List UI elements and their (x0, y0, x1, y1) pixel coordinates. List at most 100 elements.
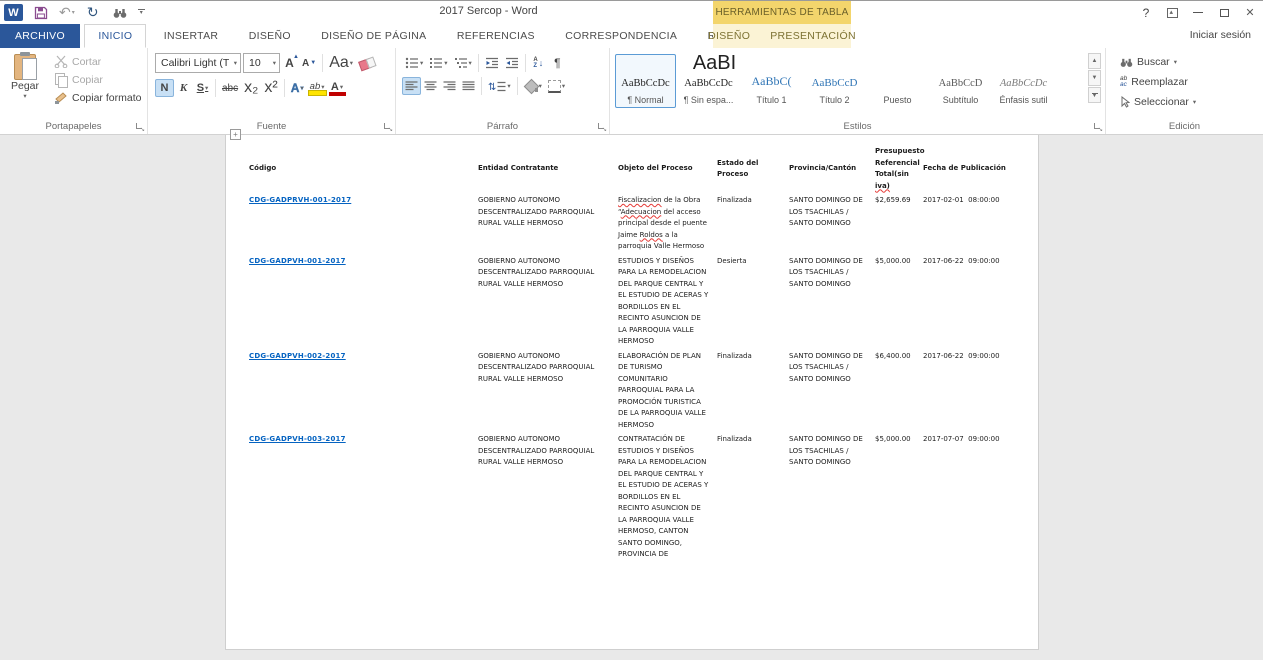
table-move-handle-icon[interactable] (230, 129, 241, 140)
style-sample: AaBbCcD (812, 77, 858, 89)
borders-button[interactable] (545, 77, 568, 95)
tab-insertar[interactable]: INSERTAR (151, 24, 232, 48)
styles-scroll-up-icon[interactable]: ▲ (1088, 53, 1101, 69)
bold-glyph: N (161, 82, 169, 94)
tab-tabla-presentacion[interactable]: PRESENTACIÓN (762, 24, 864, 48)
dialog-launcher-estilos-icon[interactable] (1093, 122, 1102, 131)
tab-diseno-de-pagina[interactable]: DISEÑO DE PÁGINA (308, 24, 439, 48)
bullets-button[interactable] (402, 54, 426, 72)
undo-button[interactable] (59, 4, 75, 22)
codigo-link[interactable]: CDG-GADPVH-001-2017 (249, 257, 346, 265)
multilevel-list-icon (454, 57, 468, 69)
ribbon-display-options-icon[interactable] (1159, 2, 1185, 23)
bullets-icon (405, 57, 419, 69)
dialog-launcher-parrafo-icon[interactable] (597, 122, 606, 131)
grow-font-button[interactable]: A▲ (280, 54, 299, 72)
group-fuente: Calibri Light (T 10 A▲ A▼ Aa N K S abc (148, 48, 396, 134)
find-quick-button[interactable] (111, 4, 129, 22)
cell-objeto: ESTUDIOS Y DISEÑOS PARA LA REMODELACION … (618, 256, 717, 351)
codigo-link[interactable]: CDG-GADPVH-002-2017 (249, 352, 346, 360)
text-highlight-button[interactable]: ab (307, 79, 328, 97)
style-puesto[interactable]: AaBI Puesto (867, 54, 928, 108)
increase-indent-button[interactable] (502, 54, 522, 72)
dialog-launcher-fuente-icon[interactable] (383, 122, 392, 131)
paste-button[interactable]: Pegar (6, 52, 44, 106)
multilevel-list-button[interactable] (451, 54, 475, 72)
change-case-button[interactable]: Aa (326, 54, 356, 72)
format-painter-button[interactable]: Copiar formato (50, 89, 145, 106)
help-icon[interactable] (1133, 2, 1159, 23)
replace-button[interactable]: abac Reemplazar (1120, 72, 1263, 92)
group-edicion: Buscar abac Reemplazar Seleccionar Edici… (1106, 48, 1263, 134)
cell-estado: Finalizada (717, 351, 789, 435)
cell-estado: Finalizada (717, 195, 789, 256)
codigo-link[interactable]: CDG-GADPVH-003-2017 (249, 435, 346, 443)
window-controls (1133, 1, 1263, 24)
style-titulo-1[interactable]: AaBbC( Título 1 (741, 54, 802, 108)
tab-referencias[interactable]: REFERENCIAS (444, 24, 548, 48)
align-left-button[interactable] (402, 77, 421, 95)
copy-button[interactable]: Copiar (50, 71, 145, 88)
close-icon[interactable] (1237, 2, 1263, 23)
align-center-button[interactable] (421, 77, 440, 95)
style-enfasis-sutil[interactable]: AaBbCcDc Énfasis sutil (993, 54, 1054, 108)
find-button[interactable]: Buscar (1120, 52, 1263, 72)
align-right-button[interactable] (440, 77, 459, 95)
text-effects-button[interactable]: A (288, 79, 307, 97)
subscript-button[interactable]: x₂ (241, 79, 261, 97)
minimize-icon[interactable] (1185, 2, 1211, 23)
text-effects-glyph: A (291, 81, 300, 95)
restore-icon[interactable] (1211, 2, 1237, 23)
select-button[interactable]: Seleccionar (1120, 92, 1263, 112)
codigo-link[interactable]: CDG-GADPRVH-001-2017 (249, 196, 351, 204)
word-window: 2017 Sercop - Word HERRAMIENTAS DE TABLA… (0, 0, 1263, 660)
strikethrough-button[interactable]: abc (219, 79, 241, 97)
tab-archivo[interactable]: ARCHIVO (0, 24, 80, 48)
font-size-value: 10 (249, 57, 261, 69)
save-icon[interactable] (32, 4, 50, 22)
justify-button[interactable] (459, 77, 478, 95)
shading-button[interactable] (521, 77, 545, 95)
group-parrafo: AZ↓ ¶ Párrafo (396, 48, 610, 134)
header-fecha: Fecha de Publicación (923, 163, 1033, 175)
shrink-font-button[interactable]: A▼ (299, 54, 319, 72)
cell-entidad: GOBIERNO AUTONOMO DESCENTRALIZADO PARROQ… (478, 195, 618, 256)
dialog-launcher-portapapeles-icon[interactable] (135, 122, 144, 131)
styles-gallery-more-icon[interactable]: ▼ (1088, 87, 1101, 103)
numbering-button[interactable] (426, 54, 450, 72)
show-paragraph-marks-button[interactable]: ¶ (548, 54, 567, 72)
font-color-button[interactable]: A (328, 79, 347, 97)
decrease-indent-button[interactable] (482, 54, 502, 72)
cell-fecha: 2017-06-22 09:00:00 (923, 256, 1033, 351)
styles-scroll-down-icon[interactable]: ▼ (1088, 70, 1101, 86)
cell-fecha: 2017-07-07 09:00:00 (923, 434, 1033, 564)
qat-customize-button[interactable] (138, 9, 145, 16)
line-spacing-button[interactable] (485, 77, 514, 95)
tab-diseno[interactable]: DISEÑO (236, 24, 304, 48)
style-subtitulo[interactable]: AaBbCcD Subtítulo (930, 54, 991, 108)
group-label-edicion: Edición (1106, 121, 1263, 132)
style-name: Título 2 (819, 95, 849, 105)
tab-correspondencia[interactable]: CORRESPONDENCIA (552, 24, 690, 48)
cell-codigo: CDG-GADPRVH-001-2017 (249, 195, 478, 256)
style-titulo-2[interactable]: AaBbCcD Título 2 (804, 54, 865, 108)
font-family-combobox[interactable]: Calibri Light (T (155, 53, 241, 73)
cut-button[interactable]: Cortar (50, 53, 145, 70)
underline-button[interactable]: S (193, 79, 212, 97)
clear-formatting-button[interactable] (356, 54, 378, 72)
style-normal[interactable]: AaBbCcDc ¶ Normal (615, 54, 676, 108)
font-size-combobox[interactable]: 10 (243, 53, 280, 73)
style-sin-espaciado[interactable]: AaBbCcDc ¶ Sin espa... (678, 54, 739, 108)
tab-tabla-diseno[interactable]: DISEÑO (700, 24, 758, 48)
tab-inicio[interactable]: INICIO (84, 24, 146, 48)
document-page[interactable]: Código Entidad Contratante Objeto del Pr… (225, 135, 1039, 650)
sign-in-link[interactable]: Iniciar sesión (1190, 29, 1251, 41)
bold-button[interactable]: N (155, 79, 174, 97)
table-header-row: Código Entidad Contratante Objeto del Pr… (249, 143, 1033, 195)
superscript-button[interactable]: x² (261, 79, 280, 97)
redo-button[interactable] (84, 4, 102, 22)
italic-button[interactable]: K (174, 79, 193, 97)
style-name: Subtítulo (943, 95, 979, 105)
binoculars-icon (113, 7, 127, 19)
sort-button[interactable]: AZ↓ (529, 54, 548, 72)
